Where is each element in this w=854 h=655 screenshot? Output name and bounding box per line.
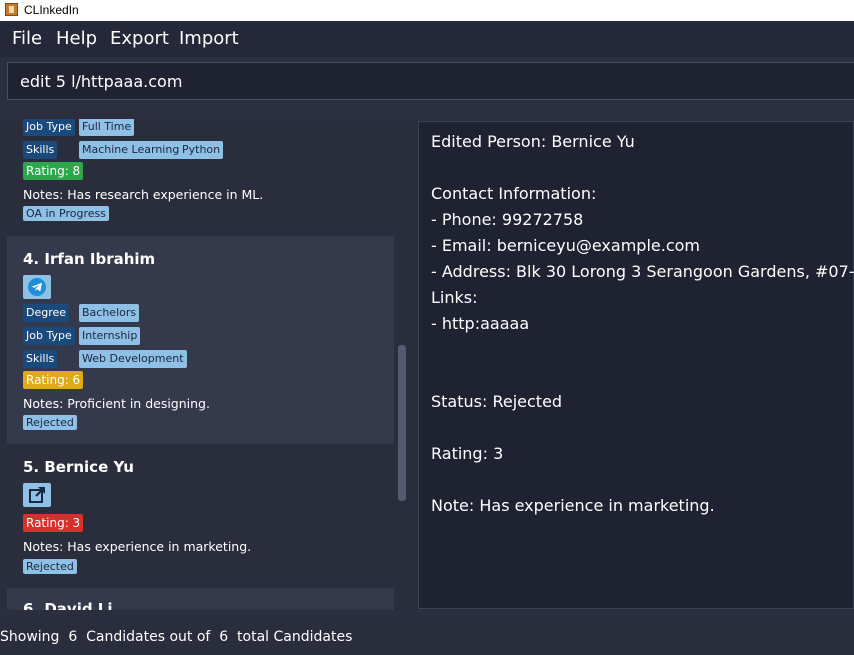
- menu-help[interactable]: Help: [56, 28, 97, 49]
- result-line: Status: Rejected: [431, 392, 563, 411]
- divider: [0, 610, 854, 620]
- divider: [0, 111, 854, 119]
- window-title: CLInkedIn: [24, 3, 79, 17]
- list-scrollbar-thumb[interactable]: [398, 345, 406, 501]
- telegram-icon[interactable]: [23, 275, 51, 299]
- rating-badge: Rating: 6: [23, 371, 84, 389]
- menu-import[interactable]: Import: [179, 28, 239, 49]
- notes-text: Notes: Has research experience in ML.: [23, 187, 264, 202]
- result-line: Note: Has experience in marketing.: [431, 496, 715, 515]
- result-line: Edited Person: Bernice Yu: [431, 132, 635, 151]
- command-input[interactable]: edit 5 l/httpaaa.com: [7, 62, 854, 100]
- result-display: Edited Person: Bernice Yu Contact Inform…: [418, 121, 854, 609]
- notes-text: Notes: Proficient in designing.: [23, 396, 210, 411]
- status-badge: Rejected: [23, 559, 77, 574]
- window-title-bar: CLInkedIn: [0, 0, 854, 21]
- result-line: - http:aaaaa: [431, 314, 530, 333]
- job-type-value: Full Time: [79, 119, 135, 136]
- job-type-value: Internship: [79, 327, 141, 345]
- app-icon: [5, 3, 18, 16]
- skill-tag: Machine Learning: [79, 141, 183, 159]
- split-pane-divider[interactable]: [409, 119, 418, 610]
- status-text: Showing 6 Candidates out of 6 total Cand…: [0, 629, 353, 645]
- result-line: Links:: [431, 288, 478, 307]
- job-type-label: Job Type: [23, 119, 75, 136]
- status-bar: Showing 6 Candidates out of 6 total Cand…: [0, 620, 854, 655]
- person-name: 4. Irfan Ibrahim: [23, 250, 156, 268]
- status-badge: Rejected: [23, 415, 77, 430]
- job-type-label: Job Type: [23, 327, 75, 345]
- person-card-3[interactable]: Job Type Full Time Skills Machine Learni…: [7, 119, 394, 236]
- external-link-icon[interactable]: [23, 483, 51, 507]
- result-line: - Address: Blk 30 Lorong 3 Serangoon Gar…: [431, 262, 854, 281]
- menu-bar: File Help Export Import: [0, 21, 854, 57]
- degree-label: Degree: [23, 304, 70, 322]
- status-badge: OA in Progress: [23, 206, 109, 221]
- person-card-5[interactable]: 5. Bernice Yu Rating: 3 Notes: Has exper…: [7, 444, 394, 588]
- menu-export[interactable]: Export: [110, 28, 169, 49]
- person-name: 6. David Li: [23, 600, 113, 610]
- person-card-6[interactable]: 6. David Li: [7, 588, 394, 610]
- result-line: Rating: 3: [431, 444, 504, 463]
- rating-badge: Rating: 8: [23, 162, 84, 180]
- result-line: - Phone: 99272758: [431, 210, 584, 229]
- rating-badge: Rating: 3: [23, 514, 84, 532]
- skills-label: Skills: [23, 141, 58, 159]
- menu-file[interactable]: File: [12, 28, 42, 49]
- skills-label: Skills: [23, 350, 58, 368]
- skill-tag: Web Development: [79, 350, 187, 368]
- notes-text: Notes: Has experience in marketing.: [23, 539, 252, 554]
- result-line: Contact Information:: [431, 184, 597, 203]
- skill-tag: Python: [179, 141, 224, 159]
- person-list[interactable]: Job Type Full Time Skills Machine Learni…: [7, 119, 394, 610]
- person-name: 5. Bernice Yu: [23, 458, 134, 476]
- result-line: - Email: berniceyu@example.com: [431, 236, 700, 255]
- person-card-4[interactable]: 4. Irfan Ibrahim Degree Bachelors Job Ty…: [7, 236, 394, 444]
- degree-value: Bachelors: [79, 304, 140, 322]
- command-box-area: edit 5 l/httpaaa.com: [0, 57, 854, 111]
